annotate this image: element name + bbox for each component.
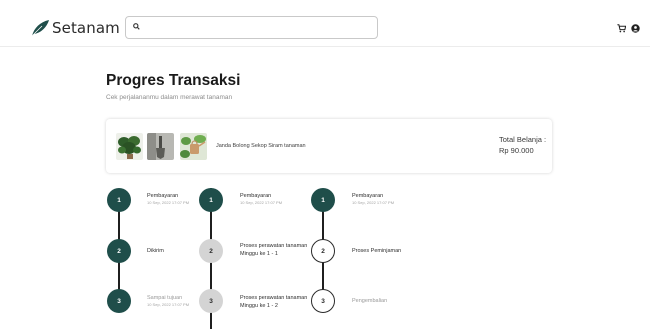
step-subtitle: Minggu ke 1 - 1 <box>240 251 278 257</box>
search-icon <box>133 23 140 30</box>
shovel-thumbnail <box>147 133 174 160</box>
step-title: Pembayaran <box>352 193 384 199</box>
step-subtitle: Minggu ke 1 - 2 <box>240 303 278 309</box>
total-label: Total Belanja : <box>499 135 547 144</box>
step-circle: 3 <box>107 289 131 313</box>
leaf-logo-icon <box>31 20 49 37</box>
total-value: Rp 90.000 <box>499 146 534 155</box>
step-circle: 3 <box>311 289 335 313</box>
step-circle: 2 <box>107 239 131 263</box>
brand-name: Setanam <box>52 19 120 37</box>
step-date: 10 Sep, 2022 17:07 PM <box>352 200 395 205</box>
step-circle: 2 <box>199 239 223 263</box>
plant-thumbnail <box>116 133 143 160</box>
step-circle: 2 <box>311 239 335 263</box>
page-subtitle: Cek perjalananmu dalam merawat tanaman <box>106 94 233 101</box>
step-title: Proses perawatan tanaman <box>240 295 308 301</box>
user-icon[interactable] <box>631 23 640 33</box>
page-title: Progres Transaksi <box>106 72 241 89</box>
watering-can-thumbnail <box>180 133 207 160</box>
step-title: Pembayaran <box>240 193 272 199</box>
step-title: Dikirim <box>147 248 164 254</box>
step-circle: 1 <box>107 188 131 212</box>
search-bar[interactable] <box>125 16 378 39</box>
step-title: Pengembalian <box>352 298 388 304</box>
step-circle: 3 <box>199 289 223 313</box>
nav-actions <box>617 22 640 34</box>
top-navbar: Setanam <box>0 9 650 47</box>
step-title: Proses Peminjaman <box>352 248 402 254</box>
step-title: Sampai tujuan <box>147 295 183 301</box>
step-date: 10 Sep, 2022 17:07 PM <box>147 302 190 307</box>
step-title: Pembayaran <box>147 193 179 199</box>
search-input[interactable] <box>144 19 372 36</box>
order-summary-card[interactable]: Janda Bolong Sekop Siram tanaman Total B… <box>106 119 552 173</box>
cart-icon[interactable] <box>617 23 626 33</box>
step-circle: 1 <box>311 188 335 212</box>
step-title: Proses perawatan tanaman <box>240 243 308 249</box>
order-items-text: Janda Bolong Sekop Siram tanaman <box>216 143 306 149</box>
step-circle: 1 <box>199 188 223 212</box>
step-date: 10 Sep, 2022 17:07 PM <box>240 200 283 205</box>
step-date: 10 Sep, 2022 17:07 PM <box>147 200 190 205</box>
brand-logo[interactable]: Setanam <box>30 18 120 38</box>
